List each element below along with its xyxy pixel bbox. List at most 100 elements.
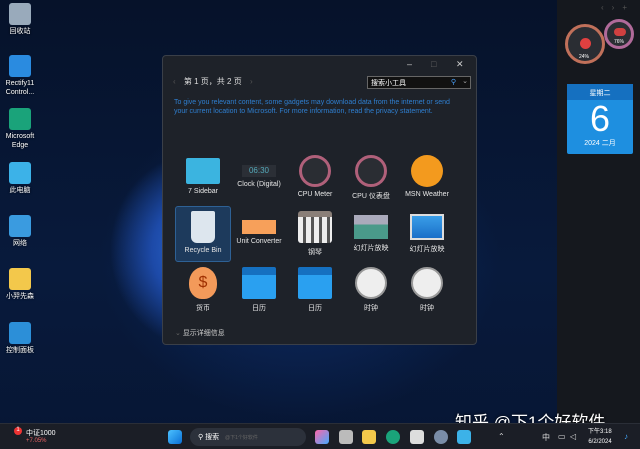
gadget-item[interactable]: 7 Sidebar xyxy=(175,150,231,206)
start-button[interactable] xyxy=(168,430,182,444)
sidebar-nav: ‹›+ xyxy=(601,3,635,12)
search-value: 搜索小工具 xyxy=(371,80,406,87)
network-icon[interactable]: ▭ xyxy=(558,432,566,441)
clock-icon xyxy=(355,267,387,299)
calendar-day: 6 xyxy=(589,98,611,139)
show-details-toggle[interactable]: ⌄ 显示详细信息 xyxy=(175,328,225,338)
gadget-label: 时钟 xyxy=(364,305,378,312)
desktop-icon[interactable]: Rectify11 Control... xyxy=(0,55,40,97)
cpu-percent: 24% xyxy=(579,54,590,60)
desktop-icon[interactable]: 回收站 xyxy=(0,3,40,36)
next-page-button[interactable]: › xyxy=(250,77,253,86)
desktop-icon[interactable]: 控制面板 xyxy=(0,322,40,355)
copilot-icon[interactable] xyxy=(315,430,329,444)
gadget-label: 货币 xyxy=(196,305,210,312)
gadget-item[interactable]: Recycle Bin xyxy=(175,206,231,262)
task-view-icon[interactable] xyxy=(339,430,353,444)
gadget-item[interactable]: 06:30 Clock (Digital) xyxy=(231,150,287,206)
store-icon[interactable] xyxy=(410,430,424,444)
clock-time: 下午3:18 xyxy=(588,429,612,435)
gadget-label: CPU 仪表盘 xyxy=(352,193,390,200)
tray-overflow-icon[interactable]: ⌃ xyxy=(498,432,505,441)
edge-icon[interactable] xyxy=(386,430,400,444)
money-bag-icon: $ xyxy=(189,267,217,299)
taskbar: 1 中证1000 +7.05% ⚲ 搜索 @下1个好软件 ⌃ 中 ▭ ◁ 下午3… xyxy=(0,423,640,449)
gadget-item[interactable]: $ 货币 xyxy=(175,262,231,318)
minimize-button[interactable]: – xyxy=(407,59,412,69)
weather-icon xyxy=(411,155,443,187)
search-input[interactable]: 搜索小工具 ⚲ ⌄ xyxy=(367,76,471,89)
ruler-icon xyxy=(242,220,276,234)
gadget-item[interactable]: 幻灯片放映 xyxy=(343,206,399,262)
gadget-item[interactable]: 幻灯片放映 xyxy=(399,206,455,262)
desktop-icon-image xyxy=(9,55,31,77)
calendar-icon xyxy=(298,267,332,299)
digital-clock-icon: 06:30 xyxy=(242,165,276,177)
gadget-item[interactable]: Unit Converter xyxy=(231,206,287,262)
cpu-meter-icon xyxy=(355,155,387,187)
gadget-item[interactable]: 时钟 xyxy=(399,262,455,318)
gadget-icon-text: $ xyxy=(198,274,208,291)
ime-indicator[interactable]: 中 xyxy=(542,432,550,443)
desktop-icon-label: Rectify11 Control... xyxy=(5,80,35,96)
desktop-icon-image xyxy=(9,322,31,344)
gadget-item[interactable]: 钢琴 xyxy=(287,206,343,262)
volume-icon[interactable]: ◁ xyxy=(570,432,576,441)
gadgets-app-icon[interactable] xyxy=(457,430,471,444)
maximize-button[interactable]: □ xyxy=(431,59,436,69)
stock-name: 中证1000 xyxy=(26,430,56,437)
recycle-bin-icon xyxy=(191,211,215,243)
sidebar-add-button[interactable]: + xyxy=(622,3,635,12)
sidebar-next-button[interactable]: › xyxy=(612,3,623,12)
clock-icon xyxy=(411,267,443,299)
gadget-item[interactable]: CPU 仪表盘 xyxy=(343,150,399,206)
desktop-icon-label: 控制面板 xyxy=(6,347,34,354)
gadget-grid: 7 Sidebar 06:30 Clock (Digital) CPU Meter CP… xyxy=(175,150,455,318)
gadget-label: 日历 xyxy=(252,305,266,312)
cpu-meter-icon xyxy=(299,155,331,187)
desktop-icon-image xyxy=(9,3,31,25)
gadget-item[interactable]: CPU Meter xyxy=(287,150,343,206)
gadget-item[interactable]: 日历 xyxy=(287,262,343,318)
gadget-item[interactable]: 日历 xyxy=(231,262,287,318)
gadget-item[interactable]: 时钟 xyxy=(343,262,399,318)
gadget-icon-text: 06:30 xyxy=(248,166,270,175)
taskbar-search[interactable]: ⚲ 搜索 @下1个好软件 xyxy=(190,428,306,446)
desktop-icon[interactable]: 网络 xyxy=(0,215,40,248)
page-label: 第 1 页，共 2 页 xyxy=(183,77,242,86)
calendar-year-month: 2024 二月 xyxy=(584,140,616,147)
sidebar-prev-button[interactable]: ‹ xyxy=(601,3,612,12)
gadget-sidebar: ‹›+ 24% 76% 星期二 6 2024 二月 xyxy=(557,0,640,423)
close-button[interactable]: ✕ xyxy=(456,59,464,70)
gadget-label: Clock (Digital) xyxy=(237,181,281,188)
privacy-notice[interactable]: To give you relevant content, some gadge… xyxy=(174,98,454,116)
desktop-icon[interactable]: 小羿先森 xyxy=(0,268,40,301)
gadget-label: 幻灯片放映 xyxy=(353,245,389,252)
desktop-icon-image xyxy=(9,215,31,237)
taskbar-search-label: 搜索 xyxy=(205,434,220,441)
gadget-item[interactable]: MSN Weather xyxy=(399,150,455,206)
photo-icon xyxy=(354,215,388,239)
desktop-icon[interactable]: 此电脑 xyxy=(0,162,40,195)
cpu-meter-gadget[interactable]: 24% xyxy=(565,24,605,64)
desktop-icon[interactable]: Microsoft Edge xyxy=(0,108,40,150)
taskbar-search-hint: @下1个好软件 xyxy=(225,435,258,441)
piano-icon xyxy=(298,211,332,243)
clock[interactable]: 下午3:18 6/2/2024 xyxy=(588,427,612,447)
search-icon[interactable]: ⚲ xyxy=(451,78,456,86)
gadget-label: 钢琴 xyxy=(308,249,322,256)
notification-bell-icon[interactable]: ♪ xyxy=(624,432,628,441)
chevron-down-icon[interactable]: ⌄ xyxy=(462,77,468,85)
desktop-icon-label: 小羿先森 xyxy=(6,293,34,300)
desktop-icon-image xyxy=(9,162,31,184)
gadget-label: 日历 xyxy=(308,305,322,312)
pager: ‹ 第 1 页，共 2 页 › xyxy=(173,76,259,87)
stock-badge: 1 xyxy=(14,427,22,435)
desktop-icon-label: 回收站 xyxy=(9,28,31,35)
file-explorer-icon[interactable] xyxy=(362,430,376,444)
desktop-icon-image xyxy=(9,108,31,130)
settings-icon[interactable] xyxy=(434,430,448,444)
calendar-gadget[interactable]: 星期二 6 2024 二月 xyxy=(567,84,633,154)
prev-page-button[interactable]: ‹ xyxy=(173,77,176,86)
memory-meter-gadget[interactable]: 76% xyxy=(604,19,634,49)
